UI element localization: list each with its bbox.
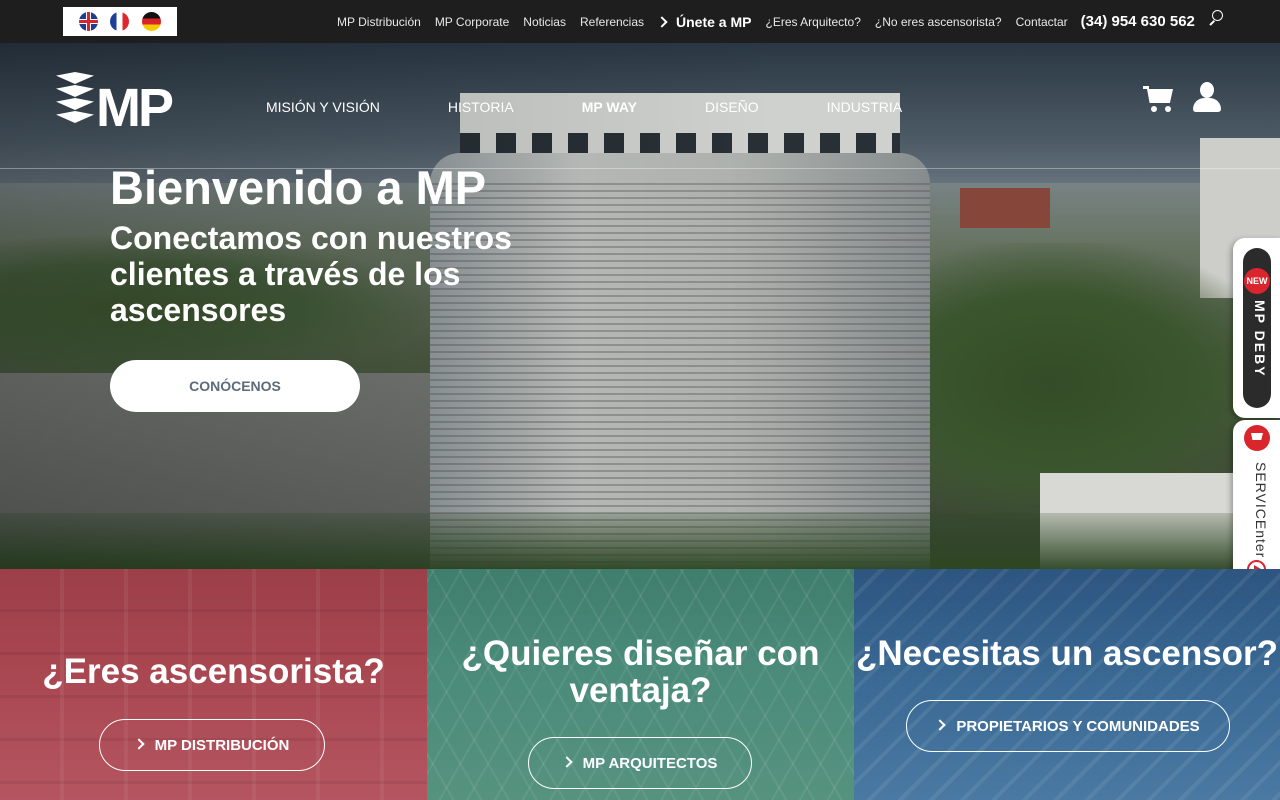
new-badge: NEW: [1244, 268, 1270, 294]
hero-subtitle: Conectamos con nuestros clientes a travé…: [110, 220, 512, 328]
panel-ascensorista-title: ¿Eres ascensorista?: [42, 652, 385, 691]
phone-number[interactable]: (34) 954 630 562: [1081, 13, 1195, 30]
de-flag-icon[interactable]: [141, 12, 161, 31]
link-noticias[interactable]: Noticias: [523, 15, 566, 29]
hero-title: Bienvenido a MP: [110, 161, 487, 214]
link-referencias[interactable]: Referencias: [580, 15, 644, 29]
shopping-cart-badge-icon: [1244, 425, 1270, 451]
link-mp-distribucion[interactable]: MP Distribución: [337, 15, 421, 29]
search-icon[interactable]: [1208, 10, 1224, 28]
panel-propietarios-title: ¿Necesitas un ascensor?: [855, 634, 1279, 673]
mp-logo[interactable]: MP: [56, 72, 174, 142]
nav-diseno[interactable]: DISEÑO: [705, 99, 759, 115]
logo-stack-icon: [56, 72, 94, 130]
uk-flag-icon[interactable]: [79, 12, 99, 31]
propietarios-comunidades-button[interactable]: PROPIETARIOS Y COMUNIDADES: [906, 700, 1230, 752]
chevron-right-icon: [934, 719, 946, 731]
propietarios-comunidades-label: PROPIETARIOS Y COMUNIDADES: [956, 717, 1200, 735]
conocenos-button[interactable]: CONÓCENOS: [110, 360, 360, 412]
logo-text: MP: [96, 78, 174, 138]
panel-ascensorista: ¿Eres ascensorista? MP DISTRIBUCIÓN: [0, 569, 427, 800]
panel-arquitectos: ¿Quieres diseñar con ventaja? MP ARQUITE…: [427, 569, 854, 800]
nav-mp-way[interactable]: MP WAY: [582, 99, 637, 115]
mp-arquitectos-label: MP ARQUITECTOS: [582, 754, 718, 772]
mp-arquitectos-button[interactable]: MP ARQUITECTOS: [528, 737, 752, 789]
mp-deby-label: MP DEBY: [1252, 300, 1268, 378]
chevron-right-icon: [132, 738, 145, 750]
mp-distribucion-label: MP DISTRIBUCIÓN: [154, 736, 290, 754]
link-mp-corporate[interactable]: MP Corporate: [435, 15, 509, 29]
panel-arquitectos-title: ¿Quieres diseñar con ventaja?: [461, 634, 820, 710]
link-unete-label: Únete a MP: [676, 13, 752, 30]
link-no-ascensorista[interactable]: ¿No eres ascensorista?: [875, 15, 1002, 29]
panel-propietarios: ¿Necesitas un ascensor? PROPIETARIOS Y C…: [854, 569, 1280, 800]
fr-flag-icon[interactable]: [110, 12, 130, 31]
top-bar: MP Distribución MP Corporate Noticias Re…: [0, 0, 1280, 43]
link-unete[interactable]: Únete a MP: [656, 13, 752, 30]
nav-mision-vision[interactable]: MISIÓN Y VISIÓN: [266, 99, 380, 115]
link-arquitecto[interactable]: ¿Eres Arquitecto?: [765, 15, 860, 29]
chevron-right-icon: [656, 15, 668, 28]
chevron-right-icon: [560, 756, 573, 768]
main-nav: MISIÓN Y VISIÓN HISTORIA MP WAY DISEÑO I…: [266, 99, 970, 115]
nav-historia[interactable]: HISTORIA: [448, 99, 514, 115]
language-selector: [63, 7, 177, 36]
mp-distribucion-button[interactable]: MP DISTRIBUCIÓN: [99, 719, 325, 771]
link-contactar[interactable]: Contactar: [1016, 15, 1068, 29]
top-links: MP Distribución MP Corporate Noticias Re…: [330, 0, 1202, 43]
user-icon[interactable]: [1193, 82, 1221, 114]
nav-industria[interactable]: INDUSTRIA: [827, 99, 902, 115]
cart-icon[interactable]: [1143, 84, 1175, 114]
servicenter-label: SERVICEnter: [1253, 462, 1269, 559]
